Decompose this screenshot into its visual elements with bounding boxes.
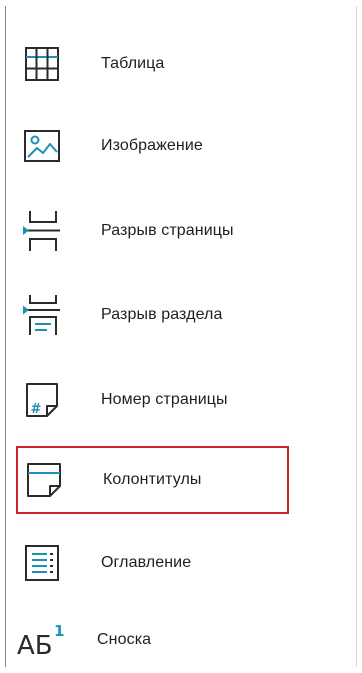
menu-item-label: Разрыв раздела [101,306,223,323]
menu-item-label: Изображение [101,137,203,154]
header-footer-icon [18,454,70,506]
menu-item-footnote[interactable]: АБ 1 Сноска [14,611,334,669]
menu-item-table[interactable]: Таблица [14,35,334,93]
menu-item-image[interactable]: Изображение [14,117,334,175]
section-break-icon [16,289,68,341]
menu-item-label: Оглавление [101,554,192,571]
table-of-contents-icon [16,537,68,589]
menu-item-label: Разрыв страницы [101,222,234,239]
menu-item-label: Номер страницы [101,391,228,408]
svg-text:#: # [31,402,42,417]
menu-item-page-number[interactable]: # Номер страницы [14,371,334,429]
footnote-icon-superscript: 1 [54,622,64,640]
page-number-icon: # [16,374,68,426]
insert-menu-panel: Таблица Изображение Разрыв страницы Разр… [5,6,357,667]
menu-item-label: Таблица [101,55,165,72]
menu-item-table-of-contents[interactable]: Оглавление [14,534,334,592]
menu-item-section-break[interactable]: Разрыв раздела [14,286,334,344]
table-icon [16,38,68,90]
page-break-icon [16,205,68,257]
menu-item-header-footer[interactable]: Колонтитулы [16,446,289,514]
menu-item-label: Сноска [97,631,152,648]
footnote-icon: АБ 1 [16,614,68,666]
image-icon [16,120,68,172]
menu-item-page-break[interactable]: Разрыв страницы [14,202,334,260]
footnote-icon-text: АБ [17,631,53,660]
menu-item-label: Колонтитулы [103,471,202,488]
